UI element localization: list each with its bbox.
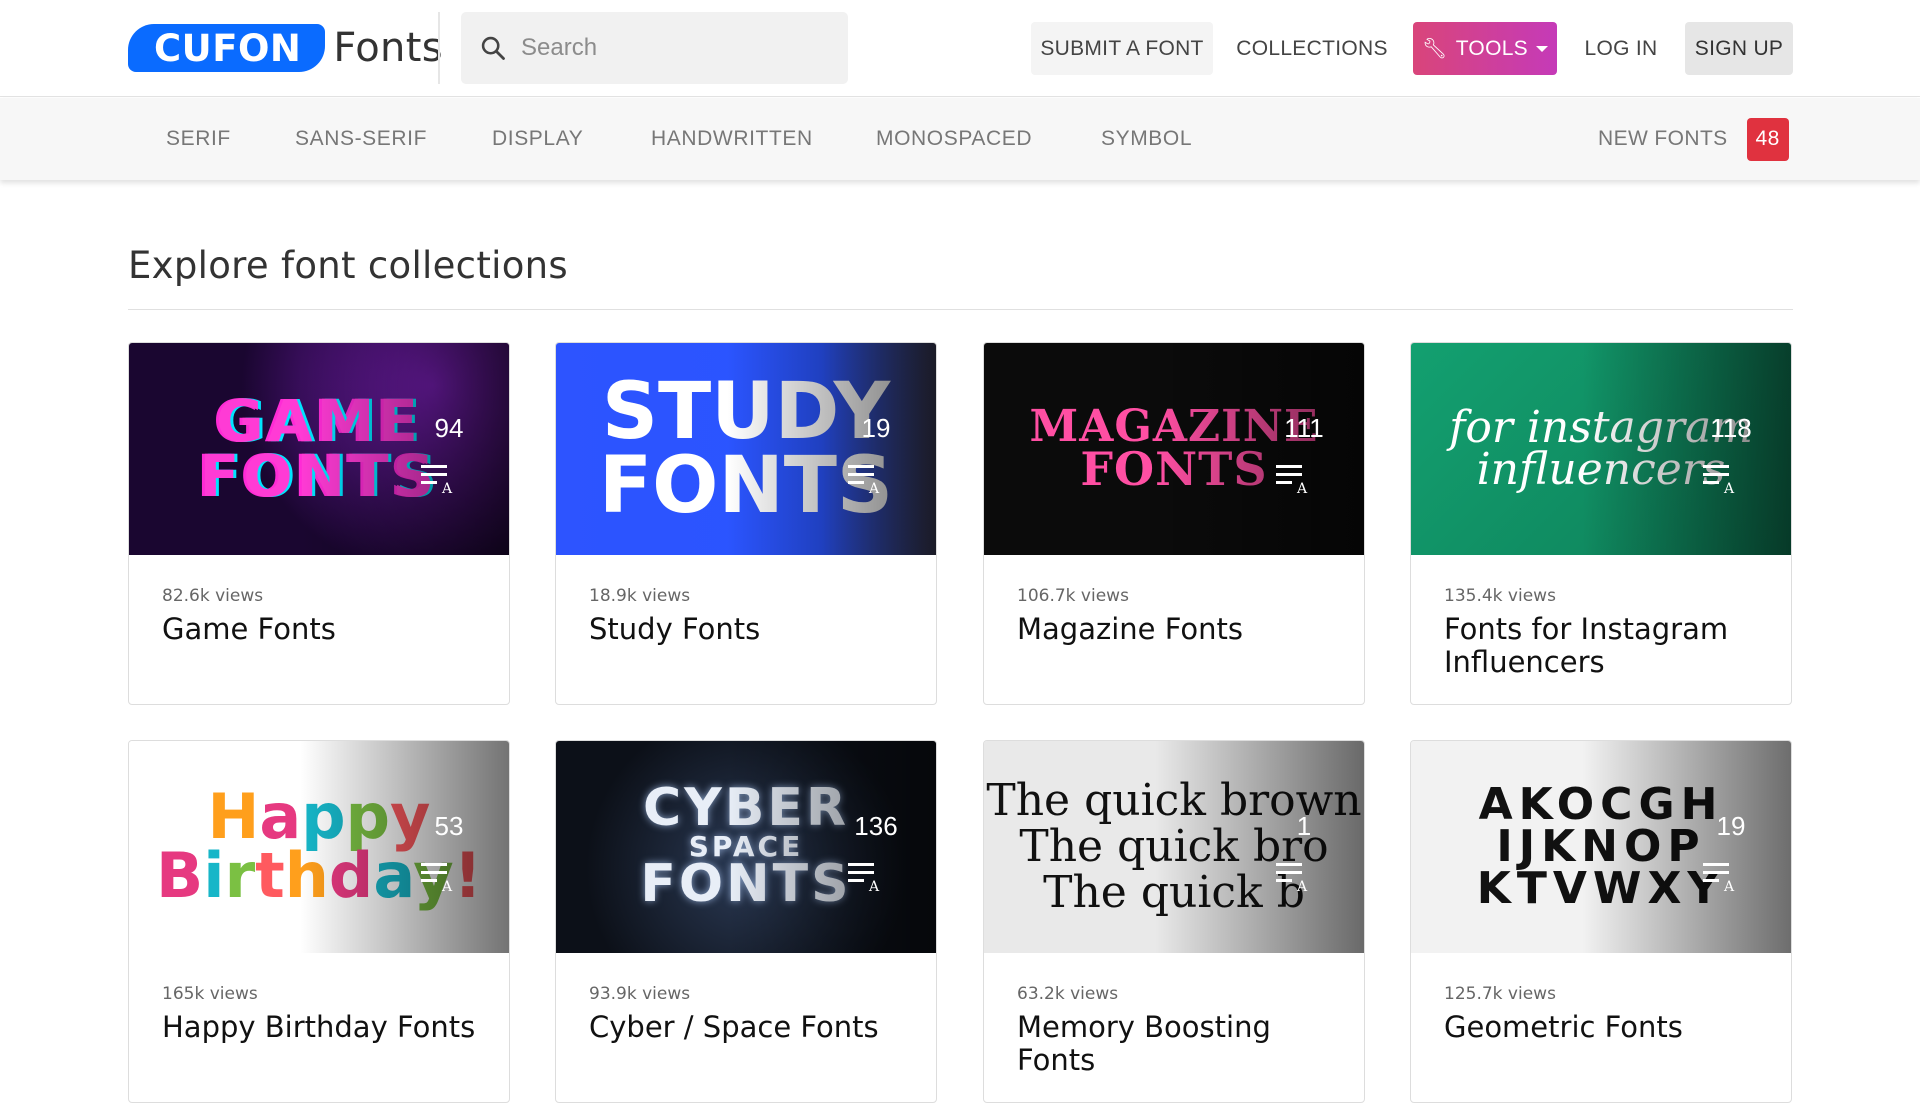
collection-views: 135.4k views: [1444, 586, 1556, 606]
thumbnail-gradient-overlay: [984, 741, 1364, 953]
category-bar: SERIF SANS-SERIF DISPLAY HANDWRITTEN MON…: [0, 98, 1920, 180]
svg-text:A: A: [868, 879, 880, 893]
new-fonts-count-badge: 48: [1746, 117, 1789, 161]
thumbnail-gradient-overlay: [556, 741, 936, 953]
search-icon: [481, 36, 505, 60]
collection-card[interactable]: for instagraminfluencers118A135.4k views…: [1410, 342, 1792, 705]
new-fonts-link[interactable]: NEW FONTS 48: [1598, 98, 1789, 180]
search-input[interactable]: [519, 33, 839, 63]
collection-thumbnail[interactable]: for instagraminfluencers118A: [1411, 343, 1791, 555]
collection-card[interactable]: STUDYFONTS19A18.9k viewsStudy Fonts: [555, 342, 937, 705]
font-list-icon: A: [848, 465, 880, 495]
collection-views: 63.2k views: [1017, 984, 1119, 1004]
font-list-icon: A: [1703, 863, 1735, 893]
font-list-icon: A: [1703, 465, 1735, 495]
font-list-icon: A: [421, 863, 453, 893]
thumbnail-gradient-overlay: [984, 343, 1364, 555]
caret-down-icon: [1536, 45, 1548, 52]
tools-label: TOOLS: [1455, 36, 1528, 60]
font-list-icon: A: [848, 863, 880, 893]
collection-card[interactable]: GAMEFONTS94A82.6k viewsGame Fonts: [128, 342, 510, 705]
collection-thumbnail[interactable]: CYBERSPACEFONTS136A: [556, 741, 936, 953]
svg-text:A: A: [1723, 481, 1735, 495]
svg-text:A: A: [1296, 879, 1308, 893]
category-monospaced[interactable]: MONOSPACED: [876, 98, 1032, 180]
site-logo[interactable]: CUFON Fonts: [128, 24, 443, 72]
collection-views: 165k views: [162, 984, 258, 1004]
collection-thumbnail[interactable]: GAMEFONTS94A: [129, 343, 509, 555]
collection-card[interactable]: HappyBirthday!53A165k viewsHappy Birthda…: [128, 740, 510, 1103]
category-handwritten[interactable]: HANDWRITTEN: [651, 98, 813, 180]
collection-thumbnail[interactable]: HappyBirthday!53A: [129, 741, 509, 953]
font-list-icon: A: [421, 465, 453, 495]
font-count: 53: [434, 811, 464, 841]
collection-views: 125.7k views: [1444, 984, 1556, 1004]
thumbnail-gradient-overlay: [129, 343, 509, 555]
header-divider: [438, 12, 440, 84]
category-sans-serif[interactable]: SANS-SERIF: [295, 98, 427, 180]
collection-card[interactable]: AKOCGHIJKNOPKTVWXY19A125.7k viewsGeometr…: [1410, 740, 1792, 1103]
collection-card[interactable]: The quick brownThe quick broThe quick b1…: [983, 740, 1365, 1103]
thumbnail-gradient-overlay: [129, 741, 509, 953]
font-count: 118: [1710, 413, 1752, 443]
collection-views: 93.9k views: [589, 984, 691, 1004]
title-divider: [128, 309, 1793, 310]
new-fonts-label: NEW FONTS: [1598, 127, 1728, 150]
signup-button[interactable]: SIGN UP: [1685, 22, 1793, 75]
collection-card[interactable]: MAGAZINEFONTS111A106.7k viewsMagazine Fo…: [983, 342, 1365, 705]
wrench-icon: 🔧︎: [1421, 38, 1448, 60]
search-box[interactable]: [461, 12, 848, 84]
collection-thumbnail[interactable]: AKOCGHIJKNOPKTVWXY19A: [1411, 741, 1791, 953]
submit-font-button[interactable]: SUBMIT A FONT: [1031, 22, 1213, 75]
font-count: 19: [1716, 811, 1746, 841]
collection-title[interactable]: Memory Boosting Fonts: [1017, 1011, 1347, 1077]
svg-text:A: A: [441, 879, 453, 893]
font-list-icon: A: [1276, 465, 1308, 495]
tools-dropdown-button[interactable]: 🔧︎ TOOLS: [1413, 22, 1557, 75]
category-symbol[interactable]: SYMBOL: [1101, 98, 1192, 180]
svg-text:A: A: [441, 481, 453, 495]
collection-views: 82.6k views: [162, 586, 264, 606]
login-link[interactable]: LOG IN: [1575, 22, 1667, 75]
category-display[interactable]: DISPLAY: [492, 98, 583, 180]
page-title: Explore font collections: [128, 244, 568, 287]
thumbnail-gradient-overlay: [1411, 343, 1791, 555]
collection-thumbnail[interactable]: STUDYFONTS19A: [556, 343, 936, 555]
collection-thumbnail[interactable]: The quick brownThe quick broThe quick b1…: [984, 741, 1364, 953]
font-count: 111: [1284, 413, 1324, 443]
collection-title[interactable]: Game Fonts: [162, 613, 492, 646]
logo-pill: CUFON: [128, 24, 326, 72]
collection-views: 106.7k views: [1017, 586, 1129, 606]
top-navbar: CUFON Fonts SUBMIT A FONT COLLECTIONS 🔧︎…: [0, 0, 1920, 97]
font-count: 136: [854, 811, 898, 841]
collection-thumbnail[interactable]: MAGAZINEFONTS111A: [984, 343, 1364, 555]
collection-title[interactable]: Fonts for Instagram Influencers: [1444, 613, 1774, 679]
collection-views: 18.9k views: [589, 586, 691, 606]
collection-title[interactable]: Study Fonts: [589, 613, 919, 646]
font-count: 19: [861, 413, 891, 443]
collections-link[interactable]: COLLECTIONS: [1228, 22, 1396, 75]
svg-text:A: A: [1723, 879, 1735, 893]
svg-text:A: A: [868, 481, 880, 495]
collection-title[interactable]: Cyber / Space Fonts: [589, 1011, 919, 1044]
collection-card[interactable]: CYBERSPACEFONTS136A93.9k viewsCyber / Sp…: [555, 740, 937, 1103]
collection-title[interactable]: Geometric Fonts: [1444, 1011, 1774, 1044]
font-count: 1: [1296, 811, 1312, 841]
category-serif[interactable]: SERIF: [166, 98, 231, 180]
collection-title[interactable]: Happy Birthday Fonts: [162, 1011, 492, 1044]
thumbnail-gradient-overlay: [556, 343, 936, 555]
svg-text:A: A: [1296, 481, 1308, 495]
font-count: 94: [434, 413, 464, 443]
font-list-icon: A: [1276, 863, 1308, 893]
logo-word: Fonts: [333, 25, 443, 71]
collection-title[interactable]: Magazine Fonts: [1017, 613, 1347, 646]
thumbnail-gradient-overlay: [1411, 741, 1791, 953]
